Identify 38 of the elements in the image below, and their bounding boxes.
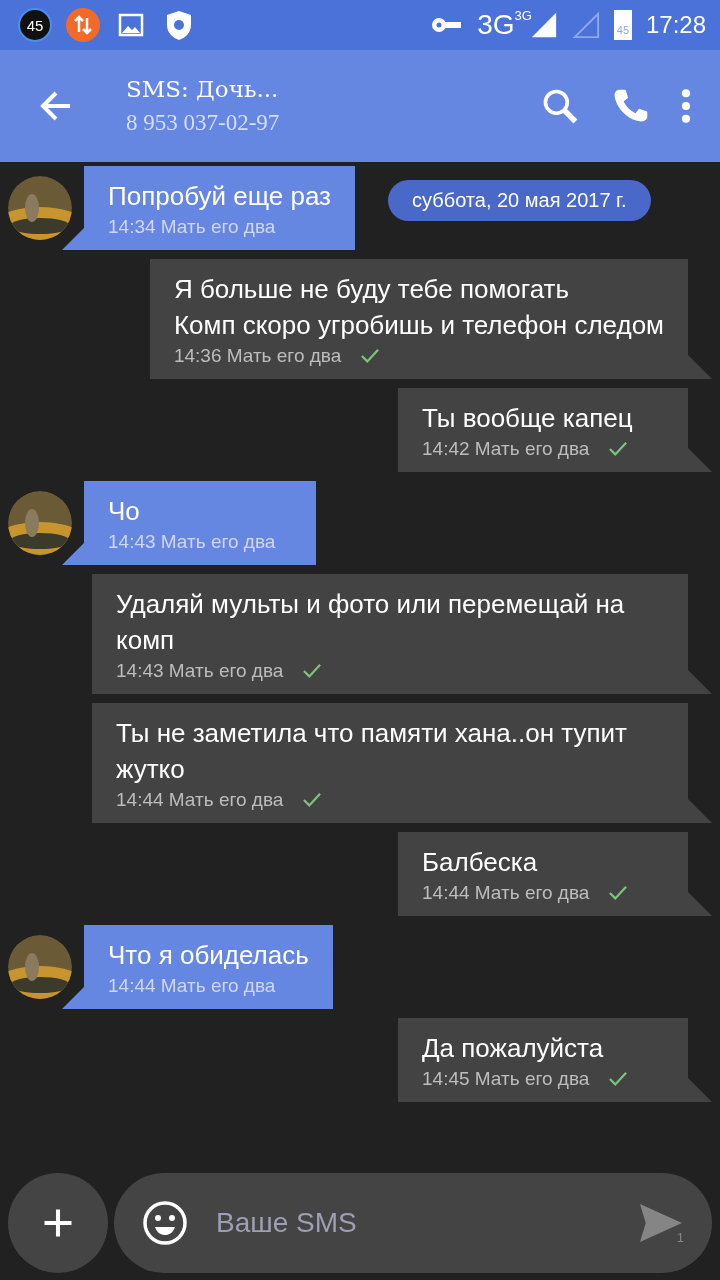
network-type: 3G [477, 9, 515, 41]
clock: 17:28 [645, 11, 706, 39]
message-time: 14:34 Мать его два [108, 216, 276, 238]
message-text: Комп скоро угробишь и телефон следом [173, 309, 664, 342]
message-time: 14:36 Мать его два [173, 345, 342, 367]
conversation-title: SMS: Дочь... [126, 76, 280, 102]
message-text: Я больше не буду тебе помогать [173, 273, 571, 306]
data-transfer-icon [66, 8, 100, 42]
message-text: Ты не заметила что памяти хана..он тупит жутко [116, 717, 628, 786]
message-time: 14:43 Мать его два [116, 660, 284, 682]
avatar[interactable] [8, 176, 72, 240]
message-text: Да пожалуйста [422, 1032, 605, 1065]
message-text: Удаляй мульты и фото или перемещай на комп [116, 588, 626, 657]
message-text: Чо [108, 495, 141, 528]
phone-number: 8 953 037-02-97 [126, 110, 281, 136]
message-time: 14:42 Мать его два [422, 438, 590, 460]
message-text: Ты вообще капец [422, 402, 634, 435]
more-options-icon[interactable] [680, 86, 692, 126]
battery-level: 45 [613, 10, 632, 40]
notification-count: 45 [18, 8, 52, 42]
network-type: 3G [514, 8, 532, 23]
date-chip: суббота, 20 мая 2017 г. [388, 180, 651, 221]
message-text: Балбеска [422, 846, 539, 879]
avatar[interactable] [8, 491, 72, 555]
message-input-field[interactable]: Ваше SMS [214, 1205, 612, 1240]
avatar[interactable] [8, 935, 72, 999]
message-time: 14:43 Мать его два [108, 531, 276, 553]
smiley-icon[interactable] [142, 1199, 188, 1246]
send-icon[interactable] [638, 1201, 684, 1244]
message-time: 14:44 Мать его два [422, 882, 590, 904]
message-time: 14:44 Мать его два [108, 975, 276, 997]
message-text: Что я обиделась [108, 939, 309, 972]
message-time: 14:45 Мать его два [422, 1068, 590, 1090]
sim-number: 1 [676, 1229, 684, 1245]
signal-icon [529, 11, 558, 39]
message-time: 14:44 Мать его два [116, 789, 284, 811]
message-text: Попробуй еще раз [108, 180, 331, 213]
signal-icon [571, 11, 600, 39]
